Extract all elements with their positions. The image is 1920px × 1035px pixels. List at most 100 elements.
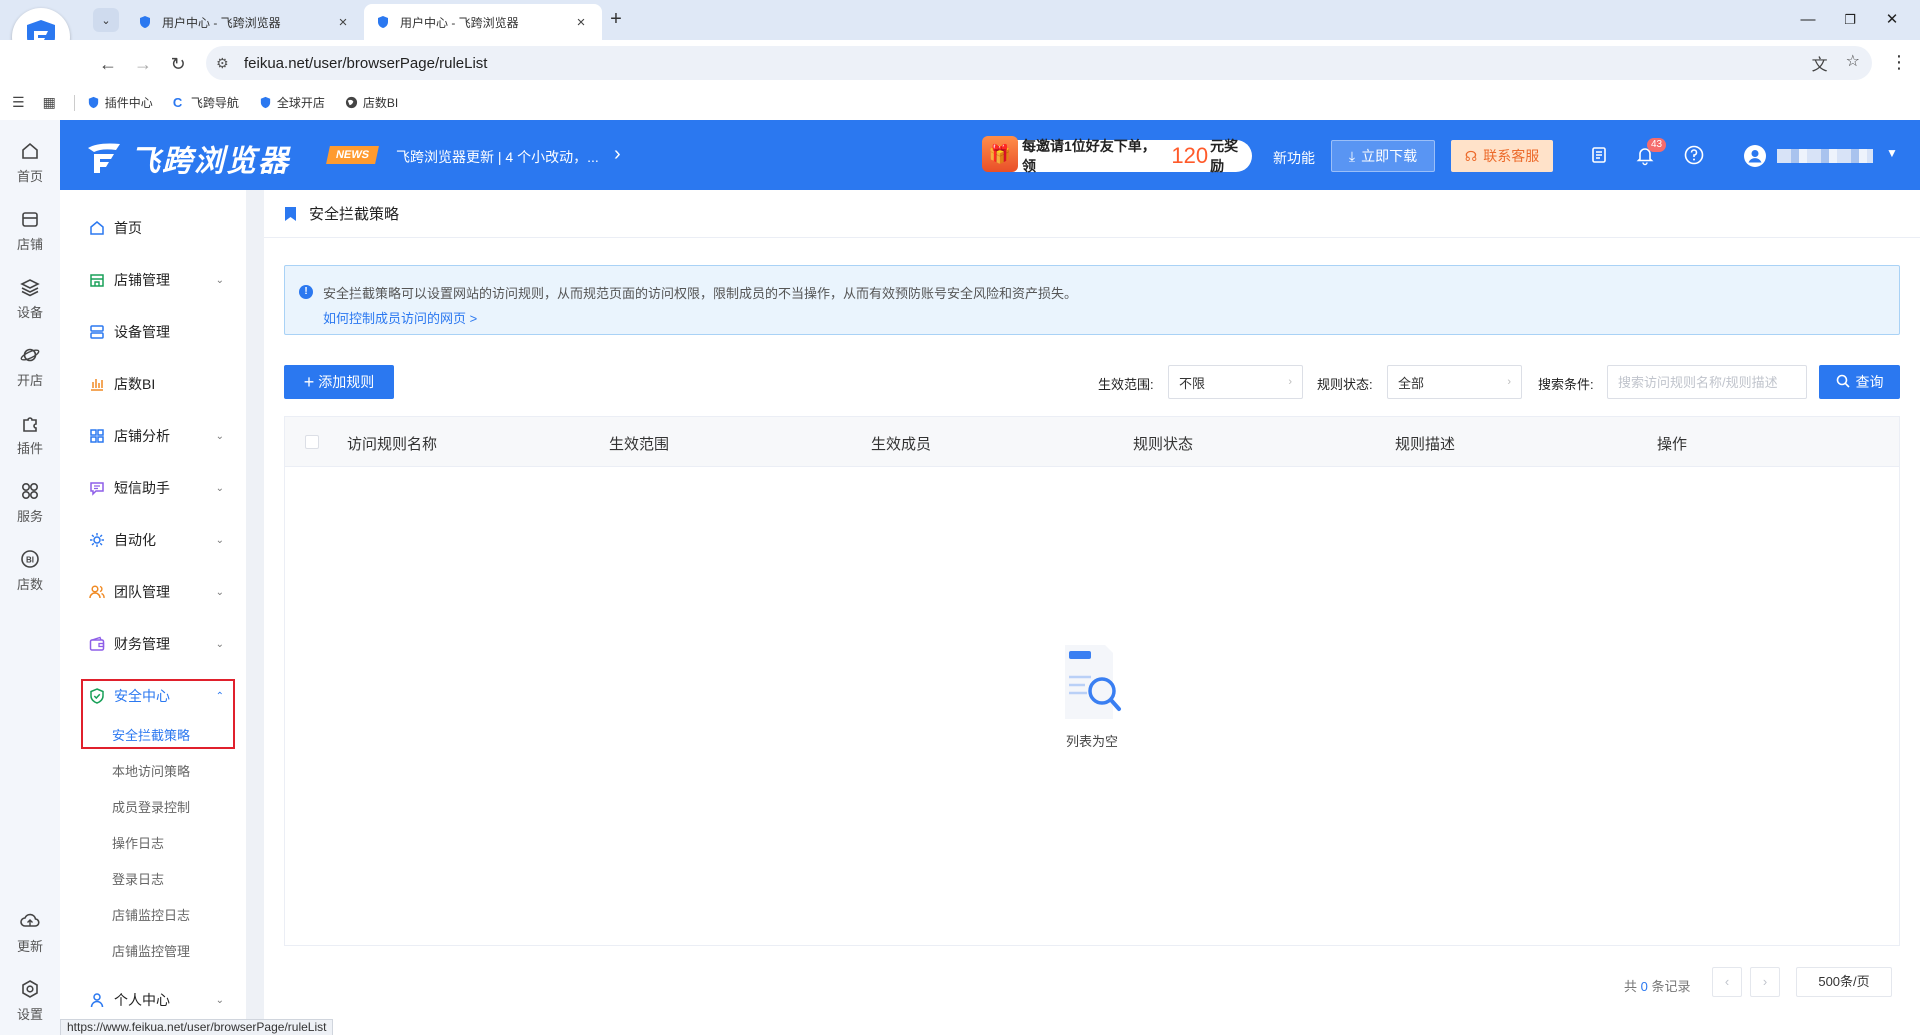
close-window-icon[interactable]: ✕ — [1880, 8, 1904, 32]
contact-service-button[interactable]: ☊ 联系客服 — [1451, 140, 1553, 172]
app-header: 飞跨浏览器 NEWS 飞跨浏览器更新 | 4 个小改动，... › 🎁 每邀请1… — [60, 120, 1920, 190]
rail-item-update[interactable]: 更新 — [0, 910, 60, 955]
bookmark-item[interactable]: C 飞跨导航 — [173, 94, 239, 111]
app-logo[interactable]: 飞跨浏览器 — [84, 136, 290, 180]
submenu-item-member-login-control[interactable]: 成员登录控制 — [60, 791, 246, 825]
browser-menu-icon[interactable]: ⋮ — [1890, 52, 1908, 73]
menu-item-sms-assistant[interactable]: 短信助手 ⌄ — [60, 468, 246, 508]
menu-item-bi[interactable]: 店数BI — [60, 364, 246, 404]
bookmark-item[interactable]: 全球开店 — [259, 94, 325, 111]
column-header: 访问规则名称 — [347, 436, 438, 453]
minimize-icon[interactable]: — — [1796, 8, 1820, 32]
main-content: 安全拦截策略 ! 安全拦截策略可以设置网站的访问规则，从而规范页面的访问权限，限… — [264, 190, 1920, 1020]
user-icon — [88, 991, 106, 1009]
news-headline[interactable]: 飞跨浏览器更新 | 4 个小改动，... — [396, 147, 599, 167]
rail-item-bi[interactable]: BI 店数 — [0, 548, 60, 593]
home-icon — [19, 140, 41, 162]
help-icon[interactable] — [1683, 144, 1705, 166]
rail-label: 插件 — [16, 441, 43, 456]
menu-item-personal-center[interactable]: 个人中心 ⌄ — [60, 980, 246, 1020]
side-menu: 首页 店铺管理 ⌄ 设备管理 店数BI 店铺分析 ⌄ 短信助手 ⌄ 自动化 ⌄ … — [60, 190, 246, 1020]
rail-item-settings[interactable]: 设置 — [0, 978, 60, 1023]
prev-page-button[interactable]: ‹ — [1712, 967, 1742, 997]
sidebar-toggle-icon[interactable]: ☰ — [12, 94, 25, 111]
next-page-button[interactable]: › — [1750, 967, 1780, 997]
caret-down-icon[interactable]: ▼ — [1886, 146, 1898, 160]
invite-banner[interactable]: 🎁 每邀请1位好友下单，领 120 元奖励 — [982, 136, 1252, 174]
rail-item-plugins[interactable]: 插件 — [0, 412, 60, 457]
page-size-select[interactable]: 500条/页 — [1796, 967, 1892, 997]
menu-label: 自动化 — [114, 532, 156, 548]
menu-item-team-management[interactable]: 团队管理 ⌄ — [60, 572, 246, 612]
menu-item-store-analysis[interactable]: 店铺分析 ⌄ — [60, 416, 246, 456]
menu-label: 个人中心 — [114, 992, 170, 1008]
search-input[interactable] — [1607, 365, 1807, 399]
new-feature-link[interactable]: 新功能 — [1273, 148, 1315, 168]
scope-select[interactable]: 不限 › — [1168, 365, 1303, 399]
rail-item-open-store[interactable]: 开店 — [0, 344, 60, 389]
tab-close-icon[interactable]: × — [334, 14, 352, 31]
column-header: 生效范围 — [609, 436, 670, 453]
puzzle-icon — [19, 412, 41, 434]
layers-icon — [19, 276, 41, 298]
document-icon[interactable] — [1588, 144, 1610, 166]
menu-item-home[interactable]: 首页 — [60, 208, 246, 248]
download-button[interactable]: ⤓ 立即下载 — [1331, 140, 1435, 172]
url-text[interactable]: feikua.net/user/browserPage/ruleList — [244, 55, 487, 72]
site-info-icon[interactable]: ⚙ — [216, 55, 236, 72]
menu-item-security-center[interactable]: 安全中心 ⌃ — [60, 676, 246, 716]
add-rule-button[interactable]: + 添加规则 — [284, 365, 394, 399]
query-label: 查询 — [1855, 374, 1884, 390]
apps-grid-icon[interactable]: ▦ — [43, 94, 56, 111]
c-logo-icon: C — [172, 95, 183, 110]
query-button[interactable]: 查询 — [1819, 365, 1900, 399]
forward-icon[interactable]: → — [131, 52, 155, 76]
rail-item-store[interactable]: 店铺 — [0, 208, 60, 253]
submenu-item-store-monitor-log[interactable]: 店铺监控日志 — [60, 899, 246, 933]
chevron-right-icon[interactable]: › — [614, 143, 621, 166]
user-name-redacted[interactable] — [1777, 149, 1873, 163]
translate-icon[interactable]: 文 — [1812, 51, 1828, 75]
status-bar-url: https://www.feikua.net/user/browserPage/… — [60, 1019, 334, 1035]
new-tab-button[interactable]: + — [604, 8, 628, 32]
bar-chart-icon — [88, 375, 106, 393]
bookmark-label: 飞跨导航 — [190, 96, 239, 110]
avatar[interactable] — [1743, 144, 1767, 168]
browser-tab-1[interactable]: 用户中心 - 飞跨浏览器 × — [126, 4, 364, 40]
select-all-checkbox[interactable] — [305, 435, 319, 449]
gift-icon: 🎁 — [982, 136, 1018, 172]
alert-text: 安全拦截策略可以设置网站的访问规则，从而规范页面的访问权限，限制成员的不当操作，… — [323, 286, 1078, 301]
back-icon[interactable]: ← — [96, 52, 120, 76]
news-badge: NEWS — [326, 146, 379, 164]
tab-search-dropdown-icon[interactable]: ⌄ — [93, 8, 119, 32]
bookmark-item[interactable]: 插件中心 — [87, 94, 153, 111]
omnibox[interactable]: ⚙ feikua.net/user/browserPage/ruleList 文… — [206, 46, 1872, 80]
status-select-value: 全部 — [1398, 375, 1425, 391]
submenu-item-operation-log[interactable]: 操作日志 — [60, 827, 246, 861]
bookmark-star-icon[interactable]: ☆ — [1846, 51, 1860, 75]
menu-item-automation[interactable]: 自动化 ⌄ — [60, 520, 246, 560]
bookmark-item[interactable]: 店数BI — [345, 94, 398, 111]
tab-close-icon[interactable]: × — [572, 14, 590, 31]
submenu-item-local-access-policy[interactable]: 本地访问策略 — [60, 755, 246, 789]
rail-item-device[interactable]: 设备 — [0, 276, 60, 321]
rail-item-services[interactable]: 服务 — [0, 480, 60, 525]
invite-amount: 120 — [1171, 143, 1209, 168]
store-icon — [19, 208, 41, 230]
menu-item-store-management[interactable]: 店铺管理 ⌄ — [60, 260, 246, 300]
bi-icon: BI — [19, 548, 41, 570]
menu-item-device-management[interactable]: 设备管理 — [60, 312, 246, 352]
status-select[interactable]: 全部 › — [1387, 365, 1522, 399]
rail-item-home[interactable]: 首页 — [0, 140, 60, 185]
restore-icon[interactable]: ❐ — [1838, 8, 1862, 32]
menu-label: 团队管理 — [114, 584, 170, 600]
reload-icon[interactable]: ↻ — [166, 52, 190, 76]
submenu-item-interception-policy[interactable]: 安全拦截策略 — [60, 719, 246, 753]
submenu-item-login-log[interactable]: 登录日志 — [60, 863, 246, 897]
info-alert: ! 安全拦截策略可以设置网站的访问规则，从而规范页面的访问权限，限制成员的不当操… — [284, 265, 1900, 335]
chevron-down-icon: ⌄ — [215, 534, 224, 546]
browser-tab-2[interactable]: 用户中心 - 飞跨浏览器 × — [364, 4, 602, 40]
submenu-item-store-monitor-management[interactable]: 店铺监控管理 — [60, 935, 246, 969]
menu-item-finance-management[interactable]: 财务管理 ⌄ — [60, 624, 246, 664]
help-link[interactable]: 如何控制成员访问的网页 > — [323, 308, 1899, 327]
